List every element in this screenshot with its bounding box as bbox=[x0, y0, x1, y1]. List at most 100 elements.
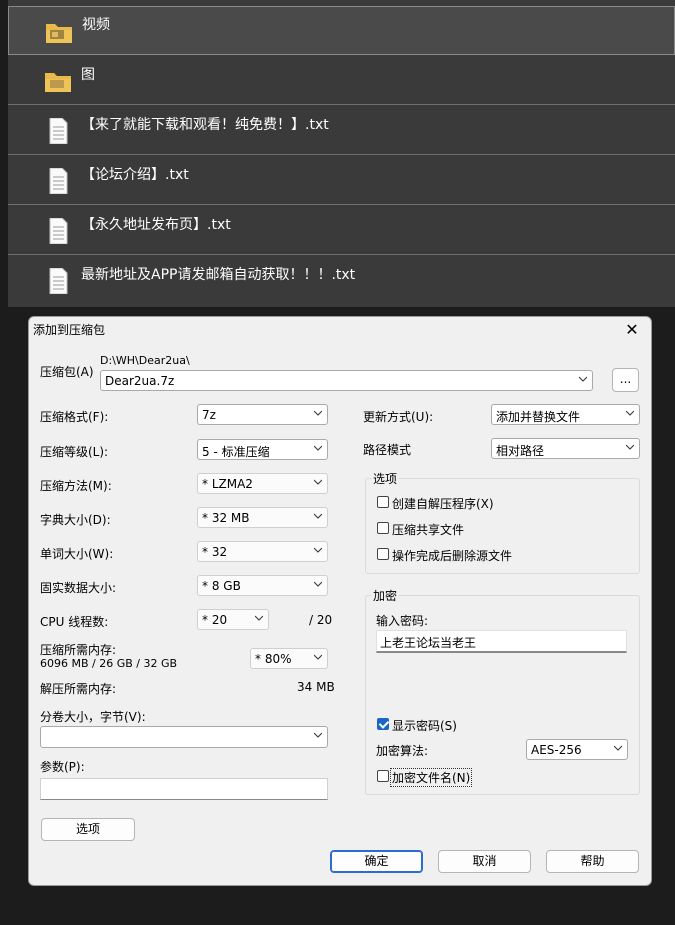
password-value: 上老王论坛当老王 bbox=[380, 636, 477, 650]
decomp-label: 解压所需内存: bbox=[40, 682, 117, 696]
format-label: 压缩格式(F): bbox=[40, 410, 109, 424]
mem-label: 压缩所需内存: bbox=[40, 643, 117, 657]
show-password-label: 显示密码(S) bbox=[392, 719, 457, 733]
options-button[interactable]: 选项 bbox=[41, 818, 135, 841]
text-file-icon bbox=[49, 268, 68, 294]
sfx-label: 创建自解压程序(X) bbox=[392, 497, 494, 511]
list-item[interactable]: 【永久地址发布页】.txt bbox=[8, 206, 675, 255]
encrypt-group-label: 加密 bbox=[371, 587, 400, 604]
chevron-down-icon bbox=[626, 444, 634, 450]
file-name: 图 bbox=[81, 67, 95, 83]
update-label: 更新方式(U): bbox=[363, 410, 434, 424]
enc-method-label: 加密算法: bbox=[376, 744, 429, 758]
solid-value: * 8 GB bbox=[202, 579, 241, 593]
cpu-total: / 20 bbox=[309, 613, 333, 627]
split-label: 分卷大小，字节(V): bbox=[40, 710, 146, 724]
word-combo[interactable]: * 32 bbox=[197, 541, 328, 562]
update-combo[interactable]: 添加并替换文件 bbox=[491, 404, 640, 425]
archive-label: 压缩包(A) bbox=[40, 365, 94, 379]
params-label: 参数(P): bbox=[40, 760, 85, 774]
chevron-down-icon bbox=[314, 445, 322, 451]
password-label: 输入密码: bbox=[376, 614, 429, 628]
level-value: 5 - 标准压缩 bbox=[202, 445, 270, 459]
folder-icon bbox=[45, 73, 71, 92]
mem-info: 6096 MB / 26 GB / 32 GB bbox=[40, 657, 178, 670]
shared-checkbox[interactable] bbox=[377, 522, 389, 534]
dict-label: 字典大小(D): bbox=[40, 513, 111, 527]
delete-source-label: 操作完成后删除源文件 bbox=[392, 549, 513, 563]
show-password-checkbox[interactable] bbox=[377, 718, 389, 730]
help-button[interactable]: 帮助 bbox=[546, 850, 639, 873]
file-name: 【论坛介绍】.txt bbox=[81, 167, 189, 183]
path-combo[interactable]: 相对路径 bbox=[491, 438, 640, 459]
add-to-archive-dialog: 添加到压缩包 ✕ 压缩包(A) D:\WH\Dear2ua\ Dear2ua.7… bbox=[28, 316, 652, 886]
format-value: 7z bbox=[202, 408, 216, 422]
level-combo[interactable]: 5 - 标准压缩 bbox=[197, 439, 328, 460]
ok-button[interactable]: 确定 bbox=[330, 850, 423, 873]
list-item[interactable]: 【来了就能下载和观看！纯免费！】.txt bbox=[8, 106, 675, 155]
options-group-label: 选项 bbox=[371, 470, 400, 487]
chevron-down-icon bbox=[314, 479, 322, 485]
list-item[interactable]: 视频 bbox=[8, 6, 675, 55]
cpu-value: * 20 bbox=[202, 613, 228, 627]
params-input[interactable] bbox=[40, 778, 328, 800]
mem-value: * 80% bbox=[255, 652, 292, 666]
method-value: * LZMA2 bbox=[202, 477, 253, 491]
path-label: 路径模式 bbox=[363, 443, 412, 457]
browse-button[interactable]: ... bbox=[612, 368, 639, 392]
chevron-down-icon bbox=[314, 410, 322, 416]
format-combo[interactable]: 7z bbox=[197, 404, 328, 425]
dict-combo[interactable]: * 32 MB bbox=[197, 507, 328, 528]
enc-method-combo[interactable]: AES-256 bbox=[526, 739, 628, 760]
chevron-down-icon bbox=[614, 745, 622, 751]
solid-combo[interactable]: * 8 GB bbox=[197, 575, 328, 596]
cancel-button[interactable]: 取消 bbox=[438, 850, 531, 873]
shared-label: 压缩共享文件 bbox=[392, 523, 465, 537]
password-input[interactable]: 上老王论坛当老王 bbox=[376, 630, 627, 653]
chevron-down-icon bbox=[314, 732, 322, 738]
level-label: 压缩等级(L): bbox=[40, 445, 109, 459]
delete-source-checkbox[interactable] bbox=[377, 548, 389, 560]
chevron-down-icon bbox=[314, 513, 322, 519]
dialog-title: 添加到压缩包 bbox=[33, 323, 106, 337]
chevron-down-icon bbox=[626, 410, 634, 416]
sfx-checkbox[interactable] bbox=[377, 496, 389, 508]
file-list: 视频 图 【来了就能下载和观看！纯免费！】.txt 【论坛介绍】.txt 【永久… bbox=[8, 0, 675, 307]
cpu-label: CPU 线程数: bbox=[40, 615, 109, 629]
file-name: 视频 bbox=[82, 17, 110, 33]
chevron-down-icon bbox=[314, 654, 322, 660]
method-label: 压缩方法(M): bbox=[40, 479, 112, 493]
list-item[interactable]: 图 bbox=[8, 56, 675, 105]
method-combo[interactable]: * LZMA2 bbox=[197, 473, 328, 494]
mem-combo[interactable]: * 80% bbox=[250, 648, 328, 669]
encrypt-names-label: 加密文件名(N) bbox=[390, 768, 473, 787]
word-label: 单词大小(W): bbox=[40, 547, 114, 561]
chevron-down-icon bbox=[579, 376, 587, 382]
chevron-down-icon bbox=[255, 615, 263, 621]
dict-value: * 32 MB bbox=[202, 511, 250, 525]
folder-icon bbox=[46, 24, 72, 43]
file-name: 最新地址及APP请发邮箱自动获取！！！.txt bbox=[81, 267, 356, 283]
file-name: 【来了就能下载和观看！纯免费！】.txt bbox=[81, 117, 329, 133]
text-file-icon bbox=[49, 168, 68, 194]
solid-label: 固实数据大小: bbox=[40, 581, 117, 595]
file-name: 【永久地址发布页】.txt bbox=[81, 217, 231, 233]
archive-name-value: Dear2ua.7z bbox=[105, 374, 175, 388]
list-item[interactable]: 最新地址及APP请发邮箱自动获取！！！.txt bbox=[8, 256, 675, 305]
encrypt-names-checkbox[interactable] bbox=[377, 770, 389, 782]
path-value: 相对路径 bbox=[496, 444, 545, 458]
close-icon[interactable]: ✕ bbox=[621, 319, 643, 341]
archive-path: D:\WH\Dear2ua\ bbox=[100, 354, 190, 367]
word-value: * 32 bbox=[202, 545, 228, 559]
archive-name-combo[interactable]: Dear2ua.7z bbox=[100, 370, 593, 391]
split-combo[interactable] bbox=[40, 726, 328, 748]
update-value: 添加并替换文件 bbox=[496, 410, 581, 424]
chevron-down-icon bbox=[314, 547, 322, 553]
list-item[interactable]: 【论坛介绍】.txt bbox=[8, 156, 675, 205]
chevron-down-icon bbox=[314, 581, 322, 587]
text-file-icon bbox=[49, 118, 68, 144]
cpu-combo[interactable]: * 20 bbox=[197, 609, 269, 630]
enc-method-value: AES-256 bbox=[531, 743, 582, 757]
text-file-icon bbox=[49, 218, 68, 244]
decomp-value: 34 MB bbox=[297, 680, 335, 694]
